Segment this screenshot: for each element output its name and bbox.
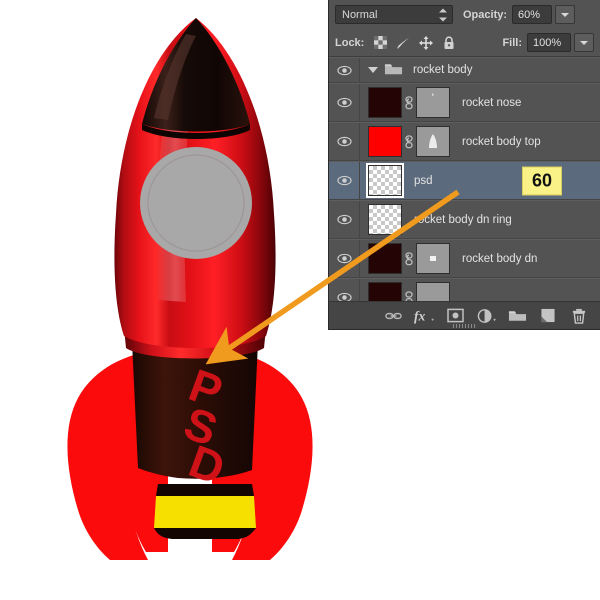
layer-row-group-rocket-body[interactable]: rocket body xyxy=(329,57,600,83)
document-canvas[interactable]: P S D xyxy=(0,0,330,600)
visibility-toggle[interactable] xyxy=(329,123,360,160)
svg-text:fx: fx xyxy=(414,308,426,323)
rocket-window-outer xyxy=(140,147,252,259)
layer-mask-thumbnail[interactable] xyxy=(416,282,450,301)
blend-opacity-row: Normal Opacity: 60% xyxy=(329,0,600,29)
layers-panel-footer[interactable]: fx xyxy=(329,301,600,329)
rocket-nozzle-dark-bottom xyxy=(154,528,256,539)
rocket-nozzle-yellow xyxy=(154,496,256,528)
layers-panel[interactable]: Normal Opacity: 60% Lock: xyxy=(328,0,600,330)
rocket-illustration: P S D xyxy=(0,0,340,600)
fill-label: Fill: xyxy=(502,37,522,49)
blend-mode-stepper-icon[interactable] xyxy=(438,8,447,21)
visibility-toggle[interactable] xyxy=(329,279,360,301)
visibility-toggle[interactable] xyxy=(329,240,360,277)
layer-thumbnail[interactable] xyxy=(368,243,402,274)
opacity-input[interactable]: 60% xyxy=(512,5,552,24)
eye-icon xyxy=(337,175,352,186)
new-group-icon[interactable] xyxy=(504,305,530,327)
layer-name: rocket body top xyxy=(462,136,541,148)
lock-all-icon[interactable] xyxy=(440,35,458,51)
blend-mode-value: Normal xyxy=(342,9,377,21)
layer-thumbnail-cell[interactable] xyxy=(360,204,402,235)
layer-row-partial[interactable] xyxy=(329,278,600,301)
eye-icon xyxy=(337,253,352,264)
lock-label: Lock: xyxy=(335,37,364,49)
layer-name: rocket body xyxy=(413,64,472,76)
folder-icon xyxy=(384,62,403,79)
layer-mask-thumbnail[interactable] xyxy=(416,243,450,274)
brush-icon[interactable] xyxy=(394,35,412,51)
layer-name: rocket nose xyxy=(462,97,521,109)
annotation-badge-60: 60 xyxy=(522,166,562,195)
layer-thumbnail[interactable] xyxy=(368,87,402,118)
link-icon[interactable] xyxy=(402,252,416,266)
visibility-toggle[interactable] xyxy=(329,201,360,238)
opacity-label: Opacity: xyxy=(463,9,507,21)
opacity-dropdown-button[interactable] xyxy=(555,5,575,24)
layer-name: rocket body dn xyxy=(462,253,537,265)
layer-effects-fx-icon[interactable]: fx xyxy=(411,305,437,327)
fill-input[interactable]: 100% xyxy=(527,33,571,52)
layer-thumbnail[interactable] xyxy=(368,282,402,301)
eye-icon xyxy=(337,97,352,108)
layer-thumbnail[interactable] xyxy=(368,204,402,235)
adjustment-layer-icon[interactable] xyxy=(473,305,499,327)
layer-thumbnail[interactable] xyxy=(368,126,402,157)
screenshot-root: P S D Normal xyxy=(0,0,600,600)
eye-icon xyxy=(337,292,352,301)
link-layers-icon[interactable] xyxy=(380,305,406,327)
layer-thumbnail-cell[interactable] xyxy=(360,243,450,274)
move-arrows-icon[interactable] xyxy=(417,35,435,51)
new-layer-icon[interactable] xyxy=(535,305,561,327)
visibility-toggle[interactable] xyxy=(329,58,360,82)
layer-name: rocket body dn ring xyxy=(414,214,512,226)
resize-grip[interactable] xyxy=(453,324,477,328)
layer-row-rocket-body-dn[interactable]: rocket body dn xyxy=(329,239,600,278)
layer-thumbnail-cell[interactable] xyxy=(360,126,450,157)
layer-row-rocket-body-dn-ring[interactable]: rocket body dn ring xyxy=(329,200,600,239)
layer-row-psd[interactable]: psd 60 xyxy=(329,161,600,200)
layer-thumbnail-cell[interactable] xyxy=(360,282,450,301)
visibility-toggle[interactable] xyxy=(329,84,360,121)
link-icon[interactable] xyxy=(402,291,416,302)
layer-mask-thumbnail[interactable] xyxy=(416,87,450,118)
visibility-toggle[interactable] xyxy=(329,162,360,199)
layer-mask-thumbnail[interactable] xyxy=(416,126,450,157)
layer-thumbnail[interactable] xyxy=(368,165,402,196)
delete-layer-icon[interactable] xyxy=(566,305,592,327)
eye-icon xyxy=(337,214,352,225)
layer-thumbnail-cell[interactable] xyxy=(360,165,402,196)
eye-icon xyxy=(337,65,352,76)
blend-mode-select[interactable]: Normal xyxy=(335,5,453,24)
layer-row-rocket-body-top[interactable]: rocket body top xyxy=(329,122,600,161)
fill-dropdown-button[interactable] xyxy=(574,33,594,52)
eye-icon xyxy=(337,136,352,147)
chevron-down-icon[interactable] xyxy=(368,67,378,73)
layer-row-rocket-nose[interactable]: rocket nose xyxy=(329,83,600,122)
layer-name: psd xyxy=(414,175,433,187)
link-icon[interactable] xyxy=(402,96,416,110)
lock-fill-row: Lock: xyxy=(329,29,600,57)
transparency-checker-icon[interactable] xyxy=(371,35,389,51)
layer-list[interactable]: rocket body xyxy=(329,57,600,301)
layer-thumbnail-cell[interactable] xyxy=(360,87,450,118)
link-icon[interactable] xyxy=(402,135,416,149)
